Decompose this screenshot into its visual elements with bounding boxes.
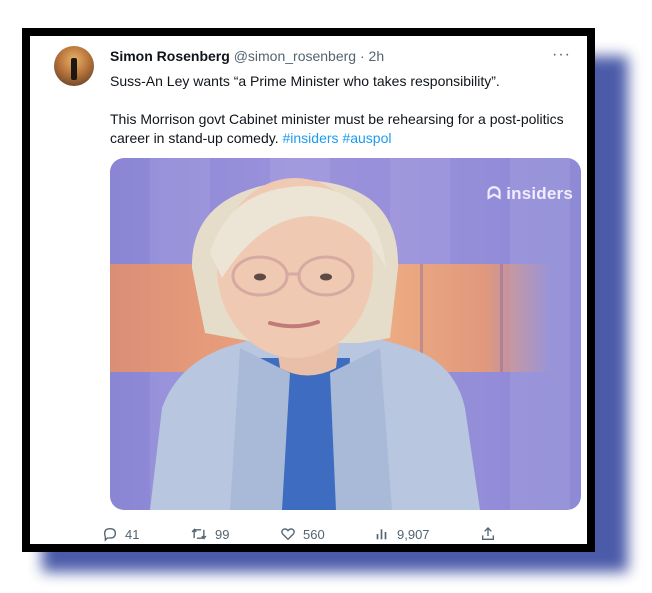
views-count: 9,907 — [397, 526, 430, 542]
author-name[interactable]: Simon Rosenberg — [110, 48, 230, 64]
hashtag-auspol[interactable]: #auspol — [342, 130, 391, 146]
tweet-header: Simon Rosenberg @simon_rosenberg · 2h — [110, 48, 573, 68]
like-count: 560 — [303, 526, 325, 542]
action-bar: 41 99 560 9,907 — [102, 526, 502, 544]
abc-logo-icon: ᗣ — [486, 184, 502, 203]
tweet-text: Suss-An Ley wants “a Prime Minister who … — [110, 72, 580, 148]
heart-icon — [281, 528, 295, 541]
tweet-line-1: Suss-An Ley wants “a Prime Minister who … — [110, 73, 500, 89]
more-options-icon[interactable]: ··· — [552, 46, 571, 64]
logo-text: insiders — [506, 184, 573, 203]
retweet-icon — [191, 528, 207, 540]
share-icon — [482, 527, 494, 540]
retweet-count: 99 — [215, 526, 230, 542]
avatar[interactable] — [54, 46, 94, 86]
tweet-card[interactable]: Simon Rosenberg @simon_rosenberg · 2h ··… — [30, 36, 587, 544]
views-icon — [376, 529, 387, 540]
separator: · — [359, 48, 365, 64]
tweet-line-2: This Morrison govt Cabinet minister must… — [110, 110, 580, 148]
tweet-time[interactable]: 2h — [369, 48, 385, 64]
reply-count: 41 — [125, 526, 140, 542]
avatar-figure — [71, 58, 77, 80]
person-illustration — [150, 178, 480, 510]
hashtag-insiders[interactable]: #insiders — [283, 130, 339, 146]
views-button[interactable]: 9,907 — [374, 526, 430, 542]
reply-button[interactable]: 41 — [102, 526, 139, 542]
retweet-button[interactable]: 99 — [190, 526, 229, 542]
reply-icon — [103, 527, 117, 542]
screenshot-frame: Simon Rosenberg @simon_rosenberg · 2h ··… — [22, 28, 595, 552]
like-button[interactable]: 560 — [280, 526, 325, 542]
author-handle[interactable]: @simon_rosenberg — [234, 48, 356, 64]
media-logo: ᗣ insiders — [487, 184, 573, 204]
tweet-media[interactable]: ᗣ insiders — [110, 158, 581, 510]
share-button[interactable] — [480, 526, 496, 542]
